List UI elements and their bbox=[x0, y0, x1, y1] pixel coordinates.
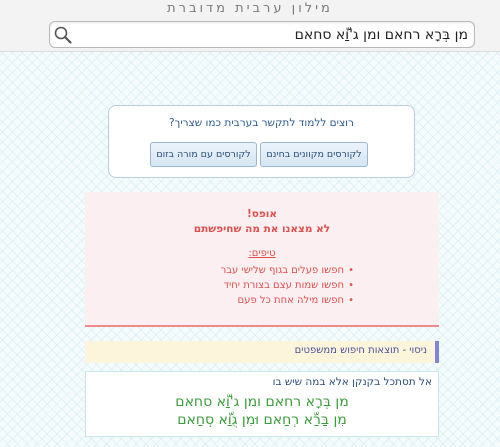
result-arabic-vocalized: מִן בַּרַّא רְחַאם וּמִן גֻוַّא סְחַאם bbox=[177, 412, 347, 428]
result-translation: אל תסתכל בקנקן אלא במה שיש בו bbox=[272, 376, 432, 388]
tip-item: חפשו פעלים בגוף שלישי עבר bbox=[221, 263, 355, 278]
tip-item: חפשו שמות עצם בצורת יחיד bbox=[221, 278, 355, 293]
search-box[interactable] bbox=[49, 21, 475, 48]
sentence-search-label: ניסוי - תוצאות חיפוש ממשפטים bbox=[294, 345, 427, 356]
sentence-search-header: ניסוי - תוצאות חיפוש ממשפטים bbox=[85, 341, 439, 363]
search-icon[interactable] bbox=[53, 25, 73, 45]
sentence-result-card[interactable]: אל תסתכל בקנקן אלא במה שיש בו מן בְּרָא … bbox=[85, 371, 439, 437]
top-bar: מילון ערבית מדוברת bbox=[0, 0, 500, 52]
search-input[interactable] bbox=[74, 22, 474, 47]
error-title: אופס! bbox=[246, 208, 278, 220]
no-results-panel: אופס! לא מצאנו את מה שחיפשתם טיפים: חפשו… bbox=[85, 192, 439, 327]
site-title[interactable]: מילון ערבית מדוברת bbox=[0, 1, 500, 16]
tips-list: חפשו פעלים בגוף שלישי עבר חפשו שמות עצם … bbox=[221, 263, 355, 308]
result-arabic-hebrew: מן בְּרָא רחאם ומן ג'וַّא סחאם bbox=[175, 394, 349, 410]
tip-item: חפשו מילה אחת כל פעם bbox=[221, 293, 355, 308]
tips-label: טיפים: bbox=[248, 248, 276, 259]
error-subtitle: לא מצאנו את מה שחיפשתם bbox=[193, 223, 331, 235]
free-online-courses-button[interactable]: לקורסים מקוונים בחינם bbox=[260, 142, 368, 167]
course-promo-box: רוצים ללמוד לתקשר בערבית כמו שצריך? לקור… bbox=[108, 105, 415, 178]
zoom-courses-button[interactable]: לקורסים עם מורה בזום bbox=[150, 142, 257, 167]
promo-title: רוצים ללמוד לתקשר בערבית כמו שצריך? bbox=[169, 117, 354, 129]
